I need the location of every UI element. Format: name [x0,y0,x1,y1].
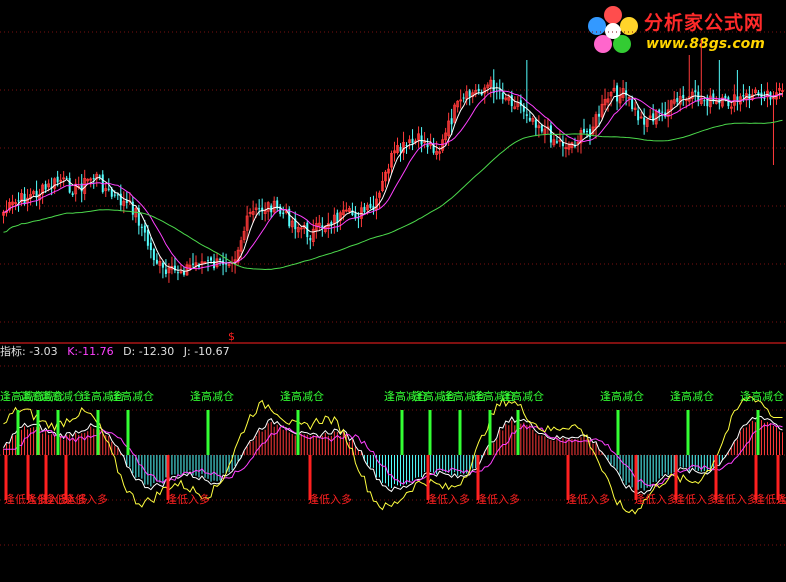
candle-body [143,225,146,233]
sell-signal-label: 逢高减仓 [190,389,234,403]
candle-body [462,97,465,99]
buy-signal-label: 逢低入多 [426,492,470,506]
candle-body [23,193,26,204]
j-label: J: [183,345,191,358]
candle-body [155,259,158,264]
buy-signal-label: 逢低入多 [476,492,520,506]
sell-signal-label: 逢高减仓 [40,389,84,403]
candle-body [742,95,745,97]
candle-body [207,260,210,262]
candle-body [282,212,285,215]
candle-body [258,208,261,210]
buy-signal-label: 逢低入多 [308,492,352,506]
candle-body [107,188,110,190]
indicator-readout: 指标: -3.03 K:-11.76 D: -12.30 J: -10.67 [0,343,236,359]
candle-body [182,271,185,275]
candle-body [616,85,619,102]
candle-body [191,263,194,265]
sell-signal-label: 逢高减仓 [600,389,644,403]
indicator-name-label: 指标: [0,345,26,358]
sell-signal-label: 逢高减仓 [110,389,154,403]
candle-body [703,100,706,102]
sell-signal-label: 逢高减仓 [280,389,324,403]
candle-body [116,194,119,196]
buy-signal-label: 逢低入多 [776,492,786,506]
candle-body [149,242,152,251]
buy-signal-label: 逢低入多 [714,492,758,506]
sell-signal-label: 逢高减仓 [670,389,714,403]
buy-signal-label: 逢低入多 [566,492,610,506]
sell-signal-label: 逢高减仓 [740,389,784,403]
j-value: -10.67 [194,345,230,358]
candle-body [399,146,402,152]
candle-body [405,145,408,147]
k-value: -11.76 [78,345,114,358]
candle-body [450,118,453,125]
candle-body [56,176,59,183]
candle-body [763,97,766,99]
buy-signal-label: 逢低入多 [64,492,108,506]
candle-body [65,177,68,179]
candle-body [468,90,471,97]
candle-body [528,117,531,121]
candle-body [724,95,727,99]
candle-body [98,175,101,177]
dollar-icon: $ [228,330,235,343]
candle-body [582,128,585,133]
candle-body [598,113,601,117]
candle-body [631,98,634,110]
buy-signal-label: 逢低入多 [674,492,718,506]
candle-body [682,94,685,99]
candle-body [152,249,155,261]
candle-body [225,263,228,265]
k-label: K: [67,345,79,358]
candle-body [210,257,213,261]
d-label: D: [123,345,136,358]
candle-body [492,80,495,94]
candle-body [585,131,588,133]
buy-signal-label: 逢低入多 [166,492,210,506]
candle-body [161,263,164,268]
candle-body [363,206,366,213]
candle-body [540,125,543,132]
candle-body [71,193,74,196]
candle-body [643,117,646,125]
candle-body [694,90,697,93]
candle-body [534,119,537,128]
candle-body [164,269,167,274]
candle-body [92,178,95,180]
candle-body [525,114,528,116]
candle-body [369,203,372,208]
candle-body [44,184,47,190]
candle-body [501,92,504,100]
ma-fast-line [3,87,783,272]
candle-body [661,111,664,113]
indicator-value: -3.03 [29,345,58,358]
candle-body [140,226,143,228]
candle-body [411,138,414,144]
buy-signal-label: 逢低入多 [634,492,678,506]
chart-canvas: $ 逢高减仓逢高减仓逢高减仓逢高减仓逢高减仓 逢高减仓 逢高减仓 逢高减仓逢高减仓逢高… [0,31,786,546]
candle-body [676,98,679,102]
candle-body [176,272,179,274]
price-grid [0,31,786,323]
candle-body [146,230,149,246]
panel-separator: $ [0,330,786,344]
moving-average-lines [3,87,783,272]
candlestick-series [2,40,784,283]
candle-body [637,110,640,121]
candle-body [477,88,480,92]
candle-body [113,194,116,196]
candle-body [17,200,20,202]
sell-signal-label: 逢高减仓 [500,389,544,403]
candle-body [555,141,558,143]
candle-body [219,258,222,260]
d-value: -12.30 [138,345,175,358]
candle-body [309,237,312,241]
candle-body [510,95,513,107]
candle-body [420,135,423,145]
